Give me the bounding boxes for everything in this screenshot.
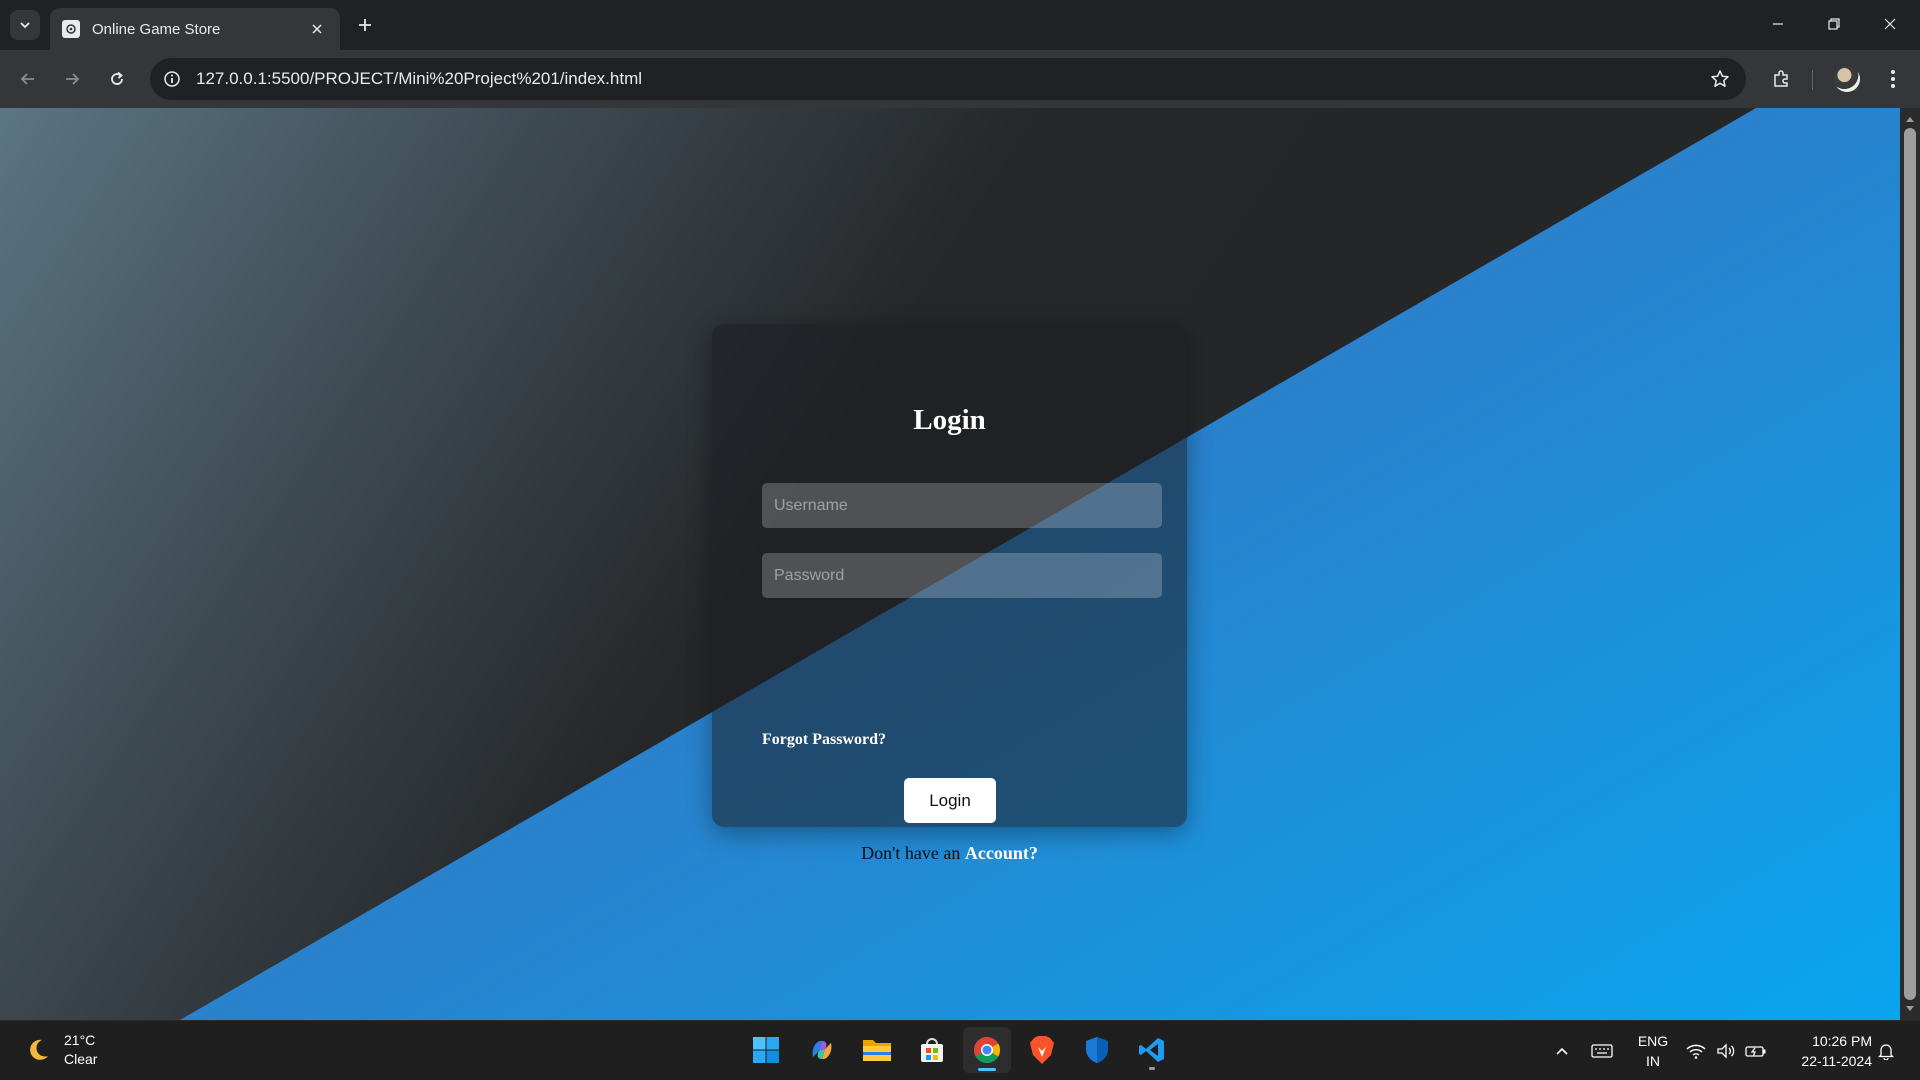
new-tab-button[interactable] xyxy=(352,12,378,38)
wifi-icon xyxy=(1686,1044,1706,1059)
show-hidden-icons-button[interactable] xyxy=(1550,1037,1574,1065)
speaker-icon xyxy=(1717,1043,1735,1059)
copilot-icon xyxy=(812,1040,832,1060)
reload-button[interactable] xyxy=(102,64,132,94)
taskbar-brave[interactable] xyxy=(1018,1027,1066,1073)
system-clock[interactable]: 10:26 PM 22-11-2024 xyxy=(1780,1031,1872,1071)
arrow-right-icon xyxy=(66,73,80,85)
keyboard-icon xyxy=(1591,1044,1613,1058)
scroll-up-icon[interactable] xyxy=(1904,112,1916,126)
chrome-icon xyxy=(973,1036,1001,1064)
browser-titlebar: Online Game Store xyxy=(0,0,1920,50)
login-title: Login xyxy=(913,404,986,436)
chevron-down-icon xyxy=(20,22,30,29)
network-status[interactable] xyxy=(1684,1037,1708,1065)
close-tab-icon[interactable] xyxy=(306,18,328,40)
create-account-link[interactable]: Account? xyxy=(965,843,1038,863)
browser-menu-button[interactable] xyxy=(1880,64,1906,94)
shield-icon xyxy=(1086,1037,1108,1063)
battery-status[interactable] xyxy=(1744,1037,1768,1065)
toolbar-divider xyxy=(1812,70,1813,90)
taskbar-vscode[interactable] xyxy=(1128,1027,1176,1073)
page-viewport: Login Forgot Password? Login Don't have … xyxy=(0,108,1900,1020)
signup-prompt: Don't have an Account? xyxy=(712,843,1187,864)
plus-icon xyxy=(359,19,371,31)
active-app-indicator xyxy=(978,1068,996,1071)
scroll-down-icon[interactable] xyxy=(1904,1002,1916,1016)
chevron-up-icon xyxy=(1556,1047,1568,1055)
clock-time: 10:26 PM xyxy=(1812,1033,1872,1049)
minimize-icon xyxy=(1773,23,1783,25)
windows-logo-icon xyxy=(753,1037,779,1063)
notifications-button[interactable] xyxy=(1874,1037,1898,1065)
moon-icon xyxy=(24,1036,52,1064)
region-code: IN xyxy=(1646,1053,1660,1069)
browser-toolbar: 127.0.0.1:5500/PROJECT/Mini%20Project%20… xyxy=(0,50,1920,108)
language-code: ENG xyxy=(1637,1033,1669,1049)
running-app-indicator xyxy=(1149,1067,1155,1070)
store-bag-icon xyxy=(921,1038,943,1062)
login-button[interactable]: Login xyxy=(904,778,996,823)
more-vertical-icon xyxy=(1891,70,1895,88)
extensions-button[interactable] xyxy=(1766,64,1796,94)
clock-date: 22-11-2024 xyxy=(1801,1053,1872,1069)
start-button[interactable] xyxy=(742,1027,790,1073)
vscode-icon xyxy=(1139,1038,1164,1062)
volume-control[interactable] xyxy=(1714,1037,1738,1065)
url-text[interactable]: 127.0.0.1:5500/PROJECT/Mini%20Project%20… xyxy=(196,69,1704,89)
signup-prefix: Don't have an xyxy=(861,843,965,863)
back-button[interactable] xyxy=(13,64,43,94)
bookmark-star-icon[interactable] xyxy=(1704,63,1736,95)
page-scrollbar[interactable] xyxy=(1900,108,1920,1020)
scrollbar-thumb[interactable] xyxy=(1904,128,1916,1000)
brave-lion-icon xyxy=(1030,1036,1054,1064)
password-input[interactable] xyxy=(762,553,1162,598)
forgot-password-link[interactable]: Forgot Password? xyxy=(762,731,886,749)
touch-keyboard-button[interactable] xyxy=(1590,1037,1614,1065)
forward-button[interactable] xyxy=(57,64,87,94)
arrow-left-icon xyxy=(20,73,34,85)
taskbar-microsoft-store[interactable] xyxy=(908,1027,956,1073)
site-info-icon[interactable] xyxy=(156,63,188,95)
reload-icon xyxy=(111,71,123,85)
weather-temperature: 21°C xyxy=(64,1032,96,1048)
close-window-button[interactable] xyxy=(1862,0,1918,48)
bell-icon xyxy=(1878,1044,1894,1060)
input-language-indicator[interactable]: ENG IN xyxy=(1633,1031,1673,1071)
restore-button[interactable] xyxy=(1806,0,1862,48)
profile-avatar[interactable] xyxy=(1834,66,1860,92)
tab-title: Online Game Store xyxy=(92,20,221,38)
username-input[interactable] xyxy=(762,483,1162,528)
browser-tab[interactable]: Online Game Store xyxy=(50,8,340,50)
taskbar-chrome[interactable] xyxy=(963,1027,1011,1073)
restore-icon xyxy=(1828,18,1840,30)
favicon-icon xyxy=(62,20,80,38)
address-bar[interactable]: 127.0.0.1:5500/PROJECT/Mini%20Project%20… xyxy=(150,58,1746,100)
close-icon xyxy=(1884,18,1896,30)
taskbar-defender[interactable] xyxy=(1073,1027,1121,1073)
folder-icon xyxy=(863,1040,891,1061)
weather-widget[interactable]: 21°C Clear xyxy=(24,1031,97,1069)
taskbar-file-explorer[interactable] xyxy=(853,1027,901,1073)
taskbar-copilot[interactable] xyxy=(798,1027,846,1073)
puzzle-icon xyxy=(1774,70,1788,87)
taskbar: 21°C Clear ENG IN 10:26 PM 22-11-2024 xyxy=(0,1020,1920,1080)
tab-search-button[interactable] xyxy=(10,10,40,40)
login-card: Login Forgot Password? Login Don't have … xyxy=(712,324,1187,863)
battery-charging-icon xyxy=(1745,1046,1766,1057)
minimize-button[interactable] xyxy=(1750,0,1806,48)
weather-condition: Clear xyxy=(64,1051,98,1067)
